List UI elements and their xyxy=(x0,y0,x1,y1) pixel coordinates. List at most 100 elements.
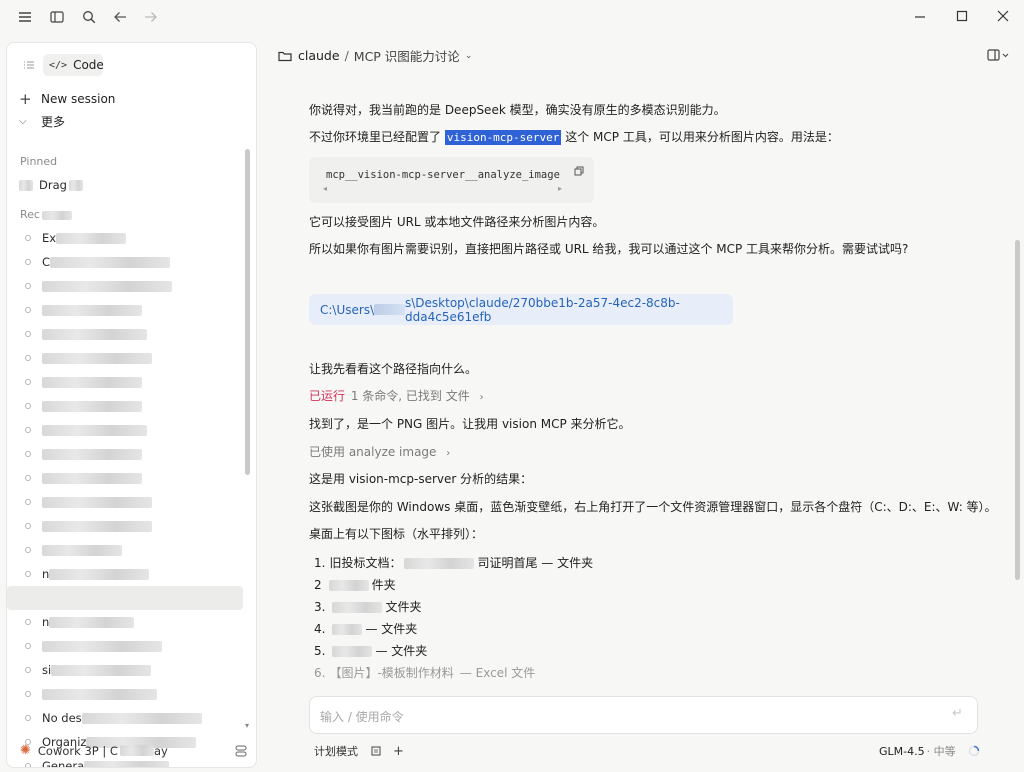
ran-label: 已运行 xyxy=(309,389,346,403)
plan-mode-button[interactable]: 计划模式 xyxy=(314,743,358,759)
sidebar-session-item[interactable]: n xyxy=(21,612,241,632)
chevron-down-icon[interactable]: ⌄ xyxy=(465,51,473,61)
scroll-down-arrow-icon[interactable]: ▾ xyxy=(245,721,249,730)
sidebar-session-item[interactable] xyxy=(21,300,241,320)
sidebar-session-item[interactable] xyxy=(21,420,241,440)
sidebar-session-item[interactable] xyxy=(21,684,241,704)
composer-placeholder: 输入 / 使用命令 xyxy=(320,710,404,724)
list-number: 4. xyxy=(314,622,326,636)
sidebar-session-item[interactable] xyxy=(21,372,241,392)
account-footer[interactable]: ✺ Cowork 3P | C ay xyxy=(20,743,168,758)
document-icon[interactable] xyxy=(371,746,381,756)
scroll-left-arrow-icon[interactable]: ◂ xyxy=(323,184,327,193)
add-icon[interactable]: + xyxy=(393,744,404,759)
collapse-list-icon[interactable] xyxy=(21,57,37,73)
composer-input[interactable]: 输入 / 使用命令 ↵ xyxy=(309,696,978,734)
session-label: Ex xyxy=(42,231,57,245)
sidebar-session-item[interactable]: No des xyxy=(21,708,241,728)
back-arrow-icon[interactable] xyxy=(111,8,129,26)
sidebar-session-item[interactable]: C xyxy=(21,252,241,272)
redaction xyxy=(404,557,475,569)
composer-toolbar: 计划模式 + xyxy=(314,743,404,759)
redaction xyxy=(374,304,405,315)
redaction xyxy=(42,472,142,484)
assistant-message-text: 不过你环境里已经配置了 vision-mcp-server 这个 MCP 工具，… xyxy=(309,128,839,147)
model-selector[interactable]: GLM-4.5 · 中等 xyxy=(879,743,980,759)
sidebar-session-item[interactable] xyxy=(21,348,241,368)
session-dot-icon xyxy=(25,763,31,767)
redaction xyxy=(56,232,127,244)
copy-icon[interactable] xyxy=(572,164,586,178)
new-session-button[interactable]: + New session xyxy=(19,90,115,108)
desktop-icon-list-item: 1. 旧投标文档： 司证明首尾 — 文件夹 xyxy=(314,554,593,572)
tool-run-summary[interactable]: 已运行 1 条命令, 已找到 文件 › xyxy=(309,387,484,407)
sidebar-session-item[interactable] xyxy=(21,540,241,560)
main-scrollbar[interactable] xyxy=(1015,240,1020,580)
redaction xyxy=(84,760,170,767)
new-session-label: New session xyxy=(41,92,116,106)
session-dot-icon xyxy=(25,523,31,529)
title-bar xyxy=(0,0,1024,34)
redaction xyxy=(49,616,135,628)
account-label-tail: ay xyxy=(153,743,168,758)
menu-icon[interactable] xyxy=(16,8,34,26)
redaction xyxy=(42,352,152,364)
panel-toggle-icon[interactable] xyxy=(984,46,1012,64)
recent-section-label: Rec xyxy=(20,208,72,221)
minimize-icon[interactable] xyxy=(911,8,929,26)
list-item-text: — 文件夹 xyxy=(365,622,418,636)
sidebar-session-item[interactable] xyxy=(21,516,241,536)
list-number: 1. xyxy=(314,556,326,570)
redaction xyxy=(332,623,363,635)
sidebar-scrollbar[interactable] xyxy=(245,149,250,475)
sidebar-session-item[interactable] xyxy=(21,636,241,656)
session-label: n xyxy=(42,567,50,581)
sidebar-session-item[interactable]: si xyxy=(21,660,241,680)
session-dot-icon xyxy=(25,259,31,265)
more-button[interactable]: ⌵ 更多 xyxy=(19,113,65,130)
scroll-right-arrow-icon[interactable]: ▸ xyxy=(558,184,562,193)
breadcrumb[interactable]: claude / MCP 识图能力讨论 ⌄ xyxy=(278,46,472,65)
session-dot-icon xyxy=(25,547,31,553)
session-dot-icon xyxy=(25,643,31,649)
search-icon[interactable] xyxy=(80,8,98,26)
session-dot-icon xyxy=(25,715,31,721)
maximize-icon[interactable] xyxy=(953,7,971,25)
sidebar-session-item[interactable] xyxy=(21,324,241,344)
effort-level: · 中等 xyxy=(926,745,956,758)
selected-session-highlight xyxy=(7,586,243,610)
sidebar-session-item[interactable] xyxy=(21,276,241,296)
breadcrumb-title[interactable]: MCP 识图能力讨论 xyxy=(354,46,460,65)
forward-arrow-icon[interactable] xyxy=(142,8,160,26)
assistant-message-text: 这张截图是你的 Windows 桌面，蓝色渐变壁纸，右上角打开了一个文件资源管理… xyxy=(309,500,997,514)
list-item-text: — 文件夹 xyxy=(375,644,428,658)
sidebar-session-item[interactable]: n xyxy=(21,564,241,584)
sidebar-session-item[interactable] xyxy=(21,396,241,416)
sidebar-session-item[interactable] xyxy=(21,444,241,464)
close-icon[interactable] xyxy=(994,7,1012,25)
session-label: C xyxy=(42,255,51,269)
account-label: Cowork 3P | C xyxy=(37,743,118,758)
app-window: </> Code + New session ⌵ 更多 Pinned Drag … xyxy=(0,0,1024,772)
model-name: GLM-4.5 xyxy=(879,744,925,758)
sidebar-session-item[interactable]: Ex xyxy=(21,228,241,248)
redaction xyxy=(42,424,147,436)
send-icon[interactable]: ↵ xyxy=(952,706,963,721)
list-item-text: 件夹 xyxy=(371,578,396,592)
sidebar-session-item[interactable] xyxy=(21,492,241,512)
pinned-item[interactable]: Drag xyxy=(19,175,239,195)
redaction xyxy=(332,601,383,613)
redaction xyxy=(51,664,152,676)
session-dot-icon xyxy=(25,403,31,409)
settings-toggle-icon[interactable] xyxy=(233,743,249,759)
sidebar-toggle-icon[interactable] xyxy=(48,8,66,26)
code-tab[interactable]: </> Code xyxy=(43,54,104,76)
session-dot-icon xyxy=(25,667,31,673)
breadcrumb-project[interactable]: claude xyxy=(298,48,340,63)
session-dot-icon xyxy=(25,379,31,385)
sidebar-session-item[interactable] xyxy=(21,468,241,488)
tool-use-summary[interactable]: 已使用 analyze image › xyxy=(309,443,450,463)
code-icon: </> xyxy=(49,59,68,71)
redaction xyxy=(42,640,162,652)
desktop-icon-list-item: 2 件夹 xyxy=(314,576,396,594)
